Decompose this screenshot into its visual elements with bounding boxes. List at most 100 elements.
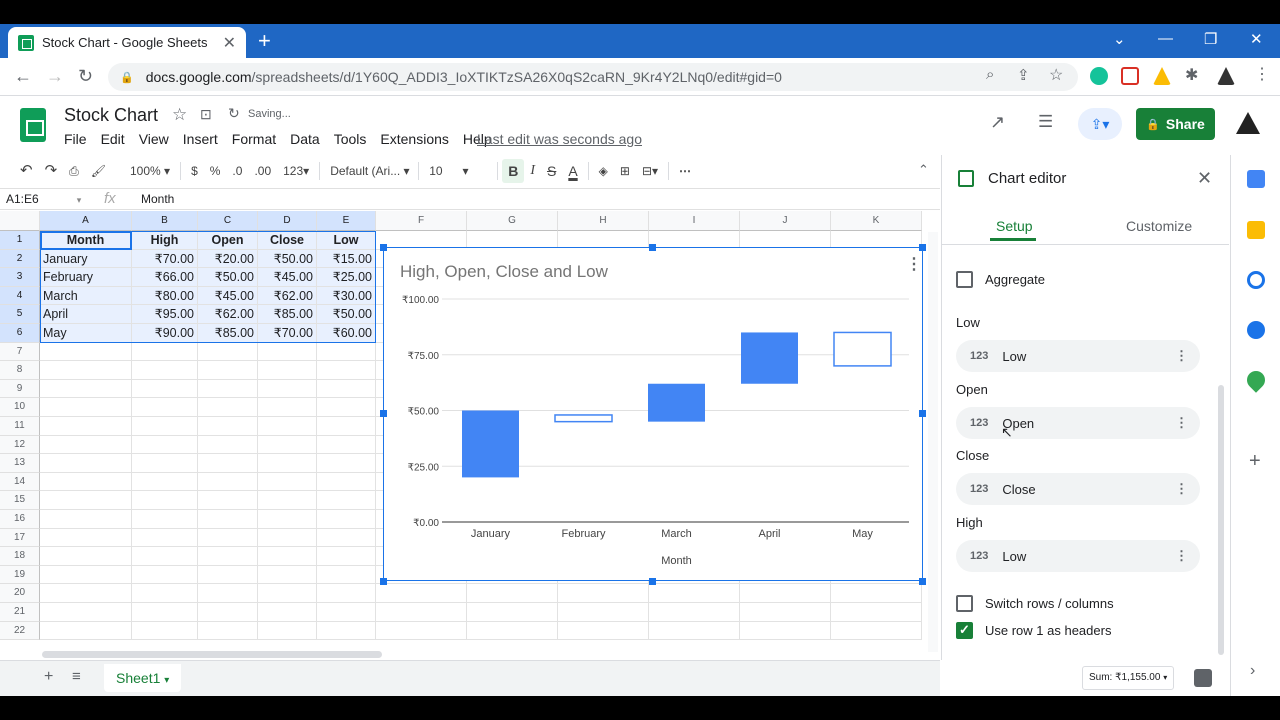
undo-icon[interactable]: ↶: [14, 159, 39, 183]
gmail-extension-icon[interactable]: [1121, 67, 1139, 85]
menu-extensions[interactable]: Extensions: [380, 131, 448, 147]
cell[interactable]: [831, 584, 922, 603]
cell[interactable]: [198, 584, 258, 603]
expand-panel-icon[interactable]: ›: [1250, 662, 1255, 680]
currency-format-button[interactable]: $: [185, 159, 204, 183]
menu-insert[interactable]: Insert: [183, 131, 218, 147]
row-header[interactable]: 21: [0, 603, 40, 622]
percent-format-button[interactable]: %: [204, 159, 227, 183]
column-header-e[interactable]: E: [317, 211, 376, 231]
tasks-icon[interactable]: [1247, 271, 1265, 289]
cell[interactable]: [198, 510, 258, 529]
row-header[interactable]: 16: [0, 510, 40, 529]
row-header[interactable]: 9: [0, 379, 40, 399]
cell[interactable]: [317, 398, 376, 417]
collapse-toolbar-icon[interactable]: ⌃: [918, 162, 929, 178]
name-box[interactable]: A1:E6 ▾: [6, 192, 81, 206]
cell[interactable]: [198, 435, 258, 455]
cell[interactable]: [317, 454, 376, 473]
cell[interactable]: [376, 621, 467, 641]
address-bar[interactable]: 🔒 docs.google.com/spreadsheets/d/1Y60Q_A…: [108, 63, 1078, 91]
cell[interactable]: [649, 584, 740, 603]
keep-icon[interactable]: [1247, 221, 1265, 239]
trend-icon[interactable]: ↗: [990, 112, 1005, 133]
restore-icon[interactable]: ❐: [1204, 30, 1217, 48]
cell[interactable]: [317, 435, 376, 455]
cell[interactable]: [198, 398, 258, 417]
cell[interactable]: [317, 510, 376, 529]
cell[interactable]: [740, 621, 831, 641]
cell[interactable]: [198, 528, 258, 548]
switch-rows-checkbox[interactable]: [956, 595, 973, 612]
field-menu-icon[interactable]: ⋮: [1175, 348, 1188, 364]
cell[interactable]: [198, 603, 258, 622]
cell[interactable]: [40, 361, 132, 380]
share-page-icon[interactable]: ⇪: [1017, 66, 1030, 84]
cell[interactable]: [132, 472, 198, 492]
cell[interactable]: [198, 342, 258, 362]
field-menu-icon[interactable]: ⋮: [1175, 481, 1188, 497]
cell[interactable]: [649, 621, 740, 641]
aggregate-checkbox[interactable]: [956, 271, 973, 288]
cell[interactable]: [558, 603, 649, 622]
column-header-i[interactable]: I: [649, 211, 740, 231]
browser-menu-icon[interactable]: ⋮: [1254, 64, 1270, 84]
cell[interactable]: [40, 510, 132, 529]
cell[interactable]: [40, 435, 132, 455]
formula-input[interactable]: Month: [141, 192, 174, 206]
cell[interactable]: [132, 491, 198, 510]
cell[interactable]: [317, 342, 376, 362]
cell[interactable]: [831, 603, 922, 622]
cell[interactable]: [258, 398, 317, 417]
cell[interactable]: [317, 565, 376, 585]
horizontal-scrollbar-thumb[interactable]: [42, 651, 382, 658]
cell[interactable]: [40, 621, 132, 641]
cell[interactable]: [258, 565, 317, 585]
cell[interactable]: [258, 621, 317, 641]
field-menu-icon[interactable]: ⋮: [1175, 548, 1188, 564]
cell[interactable]: [40, 547, 132, 566]
use-row1-checkbox[interactable]: [956, 622, 973, 639]
stock-chart[interactable]: ₹0.00 ₹25.00 ₹50.00 ₹75.00 ₹100.00 January Feb…: [383, 247, 923, 581]
series-field-chip[interactable]: 123 Low ⋮: [956, 540, 1200, 572]
row-header[interactable]: 18: [0, 547, 40, 566]
resize-handle[interactable]: [380, 244, 387, 251]
menu-tools[interactable]: Tools: [334, 131, 367, 147]
zoom-icon[interactable]: ⌕: [986, 66, 994, 83]
font-select[interactable]: Default (Ari... ▾: [324, 159, 414, 183]
chart-menu-icon[interactable]: ⋮: [906, 254, 922, 274]
row-header[interactable]: 7: [0, 342, 40, 362]
more-options-icon[interactable]: ⋯: [673, 159, 697, 183]
column-header-d[interactable]: D: [258, 211, 317, 231]
cell[interactable]: [198, 361, 258, 380]
cell[interactable]: [198, 547, 258, 566]
row-header[interactable]: 13: [0, 454, 40, 473]
cell[interactable]: [132, 342, 198, 362]
cell[interactable]: [740, 603, 831, 622]
contacts-icon[interactable]: [1247, 321, 1265, 339]
select-all-corner[interactable]: [0, 211, 40, 231]
cell[interactable]: [40, 342, 132, 362]
cell[interactable]: [317, 603, 376, 622]
cell[interactable]: [258, 584, 317, 603]
close-tab-icon[interactable]: ✕: [223, 33, 236, 53]
menu-format[interactable]: Format: [232, 131, 276, 147]
cell[interactable]: [40, 584, 132, 603]
resize-handle[interactable]: [649, 244, 656, 251]
cell[interactable]: [740, 584, 831, 603]
column-header-j[interactable]: J: [740, 211, 831, 231]
cell[interactable]: [132, 435, 198, 455]
cell[interactable]: [317, 379, 376, 399]
cell[interactable]: [198, 417, 258, 436]
cell[interactable]: [376, 603, 467, 622]
cell[interactable]: [317, 621, 376, 641]
row-header[interactable]: 15: [0, 491, 40, 510]
series-field-chip[interactable]: 123 Open ⋮: [956, 407, 1200, 439]
reload-icon[interactable]: ↻: [78, 66, 93, 87]
series-field-chip[interactable]: 123 Close ⋮: [956, 473, 1200, 505]
back-icon[interactable]: ←: [14, 66, 32, 87]
menu-edit[interactable]: Edit: [101, 131, 125, 147]
get-addons-icon[interactable]: +: [1249, 450, 1261, 473]
cell[interactable]: [132, 379, 198, 399]
share-button[interactable]: 🔒 Share: [1136, 108, 1215, 140]
